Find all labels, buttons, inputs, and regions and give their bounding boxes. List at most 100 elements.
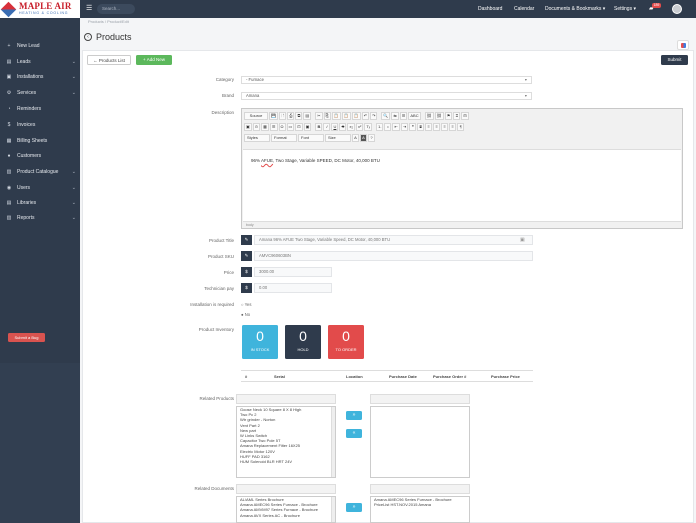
related-documents-list[interactable]: AL/AML Series Brochure Amana AMEC96 Seri… [236, 496, 336, 523]
sidebar-item-customers[interactable]: ● Customers [0, 148, 80, 163]
paste-text-icon[interactable]: 📋 [341, 112, 351, 120]
description-editor-body[interactable]: 96% AFUE, Two Stage, Variable SPEED, DC … [243, 149, 681, 222]
selected-products-list[interactable] [370, 406, 470, 478]
related-products-filter[interactable] [236, 394, 336, 404]
nav-documents[interactable]: Documents & Bookmarks ▾ [545, 0, 605, 18]
blockquote-icon[interactable]: ❝ [409, 123, 417, 131]
avatar[interactable] [672, 4, 682, 14]
paste-word-icon[interactable]: 📋 [351, 112, 361, 120]
price-input[interactable]: 3000.00 [254, 267, 332, 277]
horizontal-rule-icon[interactable]: ☰ [269, 123, 278, 131]
bg-color-icon[interactable]: A [360, 134, 367, 142]
category-select[interactable]: - Furnace ▾ [241, 76, 532, 84]
align-left-icon[interactable]: ≡ [425, 123, 433, 131]
image-icon[interactable]: ▣ [244, 123, 252, 131]
select-all-icon[interactable]: ☰ [399, 112, 408, 120]
move-left-button[interactable]: « [346, 429, 362, 438]
scrollbar[interactable] [331, 407, 335, 477]
format-dropdown[interactable]: Format [271, 134, 297, 142]
redo-icon[interactable]: ↷ [370, 112, 378, 120]
form-icon[interactable]: ▣ [303, 123, 312, 131]
link-icon[interactable]: ⛓ [424, 112, 434, 120]
submit-button[interactable]: Submit [661, 55, 688, 65]
move-right-button[interactable]: » [346, 503, 362, 512]
menu-icon[interactable]: ☰ [86, 5, 93, 12]
copy-icon[interactable]: ⎘ [323, 112, 331, 120]
source-button[interactable]: Source [244, 112, 268, 120]
product-title-input[interactable]: Amana 96% AFUE Two Stage, Variable Speed… [254, 235, 533, 245]
list-item[interactable]: HUM Solenoid BLR HRT 24V [237, 459, 335, 464]
nav-calendar[interactable]: Calendar [514, 0, 534, 18]
superscript-icon[interactable]: x² [356, 123, 364, 131]
related-products-list[interactable]: Goose Neck 10 Square 8 X 8 High Two Pc 2… [236, 406, 336, 478]
flash-icon[interactable]: ⊙ [252, 123, 261, 131]
strike-icon[interactable]: S [339, 123, 347, 131]
styles-dropdown[interactable]: Styles [244, 134, 270, 142]
subscript-icon[interactable]: x₂ [347, 123, 355, 131]
sidebar-item-new-lead[interactable]: + New Lead [0, 38, 80, 53]
unlink-icon[interactable]: ⛓ [434, 112, 444, 120]
align-justify-icon[interactable]: ≡ [449, 123, 457, 131]
sidebar-item-reminders[interactable]: ◔ Reminders [0, 101, 80, 116]
copy-icon[interactable]: ▣ [520, 237, 525, 243]
bulleted-list-icon[interactable]: • [384, 123, 392, 131]
undo-icon[interactable]: ↶ [361, 112, 370, 120]
indent-icon[interactable]: ⇥ [400, 123, 409, 131]
sidebar-item-billing-sheets[interactable]: ▦ Billing Sheets [0, 133, 80, 148]
brand-select[interactable]: Amana ▾ [241, 92, 532, 100]
list-item[interactable]: PriceList HST.NOV.2015 Amana [371, 502, 469, 507]
anchor-icon[interactable]: ⚑ [444, 112, 453, 120]
find-icon[interactable]: 🔍 [381, 112, 391, 120]
nav-settings[interactable]: Settings ▾ [614, 0, 636, 18]
sidebar-item-installations[interactable]: ▣ Installations ⌄ [0, 69, 80, 84]
technician-pay-input[interactable]: 0.00 [254, 283, 332, 293]
iframe-icon[interactable]: ⊡ [295, 123, 303, 131]
outdent-icon[interactable]: ⇤ [392, 123, 400, 131]
extension-icon[interactable] [677, 40, 689, 50]
submit-bug-button[interactable]: Submit a Bug [8, 333, 45, 342]
size-dropdown[interactable]: Size [325, 134, 351, 142]
templates-icon[interactable]: ⧉ [295, 112, 303, 120]
radio-yes[interactable]: ○ Yes [241, 302, 251, 307]
new-page-icon[interactable]: 🗋 [278, 112, 287, 120]
add-new-button[interactable]: + Add New [136, 55, 172, 65]
sidebar-item-users[interactable]: ◉ Users ⌄ [0, 180, 80, 195]
sidebar-item-libraries[interactable]: ▤ Libraries ⌄ [0, 195, 80, 210]
arrow-left-circle-icon[interactable]: ‹ [84, 33, 92, 41]
selected-documents-list[interactable]: Amana AMEC96 Series Furnace - Brochure P… [370, 496, 470, 523]
div-icon[interactable]: ⧈ [417, 123, 425, 131]
search-input[interactable]: Search... [97, 4, 135, 14]
special-char-icon[interactable]: Ω [278, 123, 286, 131]
scrollbar[interactable] [331, 497, 335, 522]
list-item[interactable]: Amana AVX Series AC - Brochure [237, 513, 335, 518]
sidebar-item-reports[interactable]: ▥ Reports ⌄ [0, 210, 80, 225]
nav-dashboard[interactable]: Dashboard [478, 0, 502, 18]
show-blocks-icon[interactable]: ⊟ [461, 112, 469, 120]
sidebar-item-invoices[interactable]: $ Invoices [0, 117, 80, 132]
table-icon[interactable]: ▦ [261, 123, 269, 131]
products-list-button[interactable]: ← Products List [87, 55, 131, 65]
page-break-icon[interactable]: ▭ [286, 123, 295, 131]
selected-products-filter[interactable] [370, 394, 470, 404]
selected-documents-filter[interactable] [370, 484, 470, 494]
align-right-icon[interactable]: ≡ [441, 123, 449, 131]
preview-icon[interactable]: ▤ [303, 112, 312, 120]
replace-icon[interactable]: ⇆ [391, 112, 399, 120]
numbered-list-icon[interactable]: 1. [376, 123, 384, 131]
remove-format-icon[interactable]: Tₓ [364, 123, 373, 131]
underline-icon[interactable]: U [331, 123, 339, 131]
align-center-icon[interactable]: ≡ [433, 123, 441, 131]
print-icon[interactable]: ⎙ [287, 112, 295, 120]
text-color-icon[interactable]: A [352, 134, 359, 142]
bold-icon[interactable]: B [315, 123, 323, 131]
spellcheck-icon[interactable]: ABC [408, 112, 421, 120]
product-sku-input[interactable]: AMVC960603BN [254, 251, 533, 261]
font-dropdown[interactable]: Font [298, 134, 324, 142]
paragraph-icon[interactable]: ¶ [457, 123, 465, 131]
help-icon[interactable]: ? [368, 134, 375, 142]
maximize-icon[interactable]: ⌗ [453, 112, 461, 120]
related-documents-filter[interactable] [236, 484, 336, 494]
move-right-button[interactable]: » [346, 411, 362, 420]
sidebar-item-services[interactable]: ⚙ Services ⌄ [0, 85, 80, 100]
sidebar-item-leads[interactable]: ▤ Leads ⌄ [0, 54, 80, 69]
